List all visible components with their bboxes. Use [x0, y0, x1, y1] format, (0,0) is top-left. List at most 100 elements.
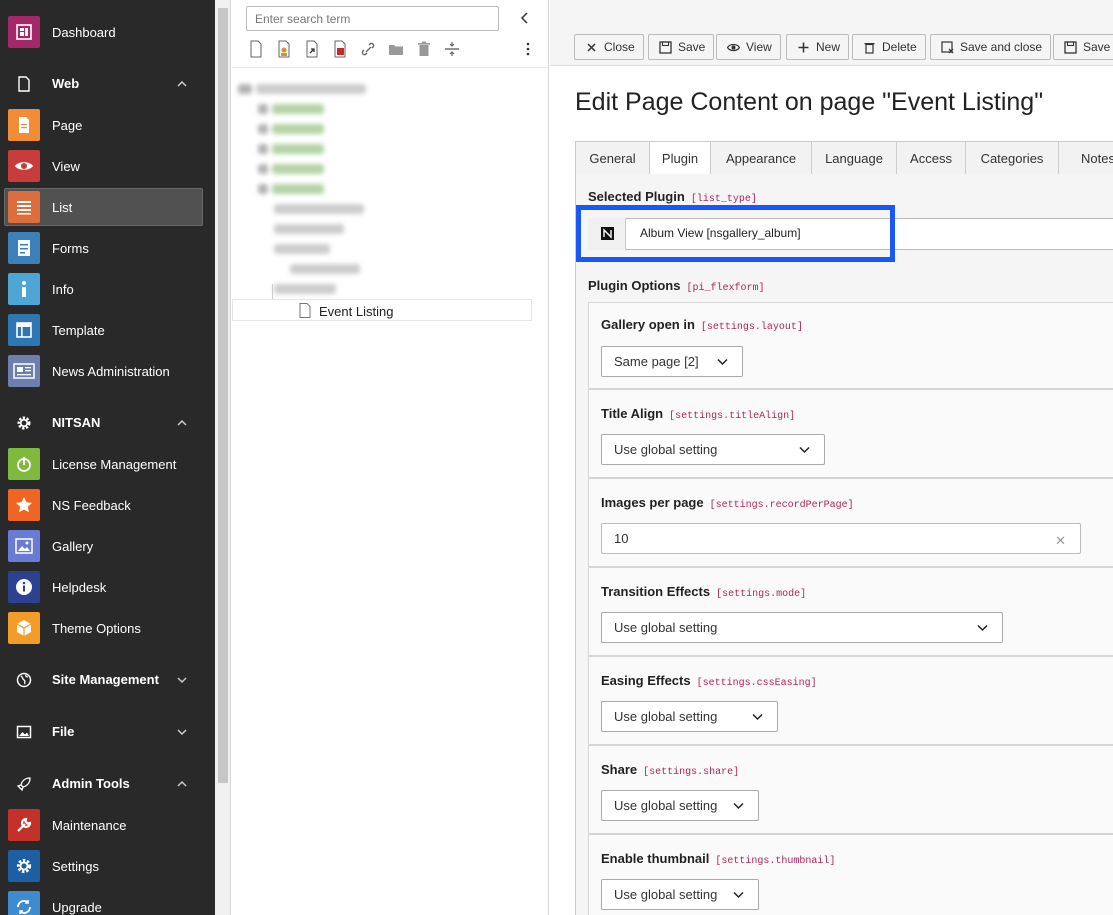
- tab-general[interactable]: General: [575, 141, 650, 174]
- new-page-icon[interactable]: [248, 40, 264, 58]
- module-page[interactable]: Page: [4, 106, 203, 144]
- tree-blurred-nodes: [236, 78, 396, 298]
- group-label: Admin Tools: [52, 776, 130, 791]
- document-icon: [18, 76, 30, 92]
- eye-icon: [727, 43, 740, 51]
- chevron-left-icon[interactable]: [518, 11, 532, 25]
- field-label: Title Align [settings.titleAlign]: [601, 406, 796, 422]
- module-label: Gallery: [52, 538, 94, 554]
- chevron-up-icon: [177, 419, 187, 426]
- chevron-down-icon: [177, 677, 187, 684]
- share-select[interactable]: Use global setting: [601, 790, 759, 821]
- tab-language[interactable]: Language: [811, 141, 897, 174]
- module-view[interactable]: View: [4, 147, 203, 185]
- delete-button[interactable]: Delete: [852, 34, 926, 60]
- chevron-down-icon: [177, 729, 187, 736]
- field-gallery-open-in: Gallery open in [settings.layout] Same pa…: [588, 302, 1113, 389]
- field-transition-effects: Transition Effects [settings.mode] Use gl…: [588, 567, 1113, 656]
- module-theme-options[interactable]: Theme Options: [4, 609, 203, 647]
- more-vertical-icon[interactable]: [520, 40, 536, 58]
- title-align-select[interactable]: Use global setting: [601, 434, 825, 465]
- save-button[interactable]: Save: [648, 34, 715, 60]
- clear-icon[interactable]: ✕: [1055, 533, 1066, 549]
- module-news-administration[interactable]: News Administration: [4, 352, 203, 390]
- easing-effects-select[interactable]: Use global setting: [601, 701, 778, 732]
- power-icon: [8, 448, 40, 480]
- module-maintenance[interactable]: Maintenance: [4, 806, 203, 844]
- field-label: Enable thumbnail [settings.thumbnail]: [601, 851, 836, 867]
- field-title-align: Title Align [settings.titleAlign] Use glo…: [588, 389, 1113, 478]
- module-forms[interactable]: Forms: [4, 229, 203, 267]
- field-label: Easing Effects [settings.cssEasing]: [601, 673, 817, 689]
- save-and-close-button[interactable]: Save and close: [930, 34, 1052, 60]
- new-page-user-icon[interactable]: [276, 40, 292, 58]
- image-icon: [16, 725, 32, 739]
- module-gallery[interactable]: Gallery: [4, 527, 203, 565]
- close-button[interactable]: Close: [574, 34, 644, 60]
- module-template[interactable]: Template: [4, 311, 203, 349]
- module-settings[interactable]: Settings: [4, 847, 203, 885]
- module-upgrade[interactable]: Upgrade: [4, 888, 203, 915]
- view-label: View: [746, 40, 772, 54]
- chevron-down-icon: [733, 802, 744, 810]
- transition-effects-select[interactable]: Use global setting: [601, 612, 1003, 643]
- close-icon: [587, 42, 596, 52]
- new-page-shortcut-icon[interactable]: [332, 40, 348, 58]
- typo3-backend: Dashboard Web Page View List Forms Info …: [0, 0, 1113, 915]
- globe-icon: [16, 672, 32, 688]
- doc-header: Close Save View New Delete Save and clos…: [550, 0, 1113, 66]
- info-circle-icon: [8, 571, 40, 603]
- module-helpdesk[interactable]: Helpdesk: [4, 568, 203, 606]
- chevron-down-icon: [717, 358, 728, 366]
- trash-icon[interactable]: [416, 40, 432, 58]
- divider-icon[interactable]: [444, 40, 460, 58]
- save-icon: [1064, 40, 1077, 54]
- enable-thumbnail-select[interactable]: Use global setting: [601, 879, 759, 910]
- tab-categories[interactable]: Categories: [965, 141, 1059, 174]
- module-label: Settings: [52, 858, 99, 874]
- sidebar-scrollbar-thumb[interactable]: [218, 8, 228, 783]
- highlight-box: [576, 205, 895, 262]
- tab-appearance[interactable]: Appearance: [710, 141, 812, 174]
- rocket-icon: [16, 777, 31, 792]
- page-title: Edit Page Content on page "Event Listing…: [575, 88, 1044, 116]
- save-split-button[interactable]: Save: [1053, 34, 1113, 60]
- field-share: Share [settings.share] Use global setting: [588, 745, 1113, 834]
- module-label: Page: [52, 117, 83, 133]
- group-site-management[interactable]: Site Management: [4, 661, 203, 699]
- tree-search-input[interactable]: [246, 6, 499, 31]
- module-label: News Administration: [52, 363, 170, 379]
- gallery-open-in-select[interactable]: Same page [2]: [601, 346, 743, 377]
- images-per-page-input[interactable]: 10 ✕: [601, 523, 1081, 554]
- module-label: Dashboard: [52, 24, 116, 40]
- module-ns-feedback[interactable]: NS Feedback: [4, 486, 203, 524]
- new-button[interactable]: New: [786, 34, 850, 60]
- link-icon[interactable]: [360, 40, 376, 58]
- content-area: Close Save View New Delete Save and clos…: [550, 0, 1113, 915]
- tab-notes[interactable]: Notes: [1058, 141, 1113, 174]
- module-label: List: [52, 199, 73, 215]
- folder-icon[interactable]: [388, 40, 404, 58]
- list-icon: [8, 191, 40, 223]
- module-info[interactable]: Info: [4, 270, 203, 308]
- group-admin-tools[interactable]: Admin Tools: [4, 765, 203, 803]
- group-file[interactable]: File: [4, 713, 203, 751]
- page-tree: Event Listing: [232, 0, 549, 915]
- view-button[interactable]: View: [716, 34, 781, 60]
- tab-plugin[interactable]: Plugin: [649, 141, 711, 175]
- module-dashboard[interactable]: Dashboard: [4, 13, 203, 51]
- module-license-management[interactable]: License Management: [4, 445, 203, 483]
- group-label: Web: [52, 76, 80, 91]
- eye-icon: [8, 150, 40, 182]
- module-list[interactable]: List: [4, 188, 203, 226]
- new-page-link-icon[interactable]: [304, 40, 320, 58]
- field-easing-effects: Easing Effects [settings.cssEasing] Use g…: [588, 656, 1113, 745]
- module-label: Upgrade: [52, 899, 102, 915]
- save-close-icon: [941, 40, 954, 53]
- group-nitsan[interactable]: NITSAN: [4, 404, 203, 442]
- chevron-down-icon: [799, 446, 810, 454]
- group-web[interactable]: Web: [4, 65, 203, 103]
- save-label: Save: [678, 40, 706, 54]
- tree-node-event-listing[interactable]: Event Listing: [232, 299, 532, 321]
- tab-access[interactable]: Access: [896, 141, 966, 174]
